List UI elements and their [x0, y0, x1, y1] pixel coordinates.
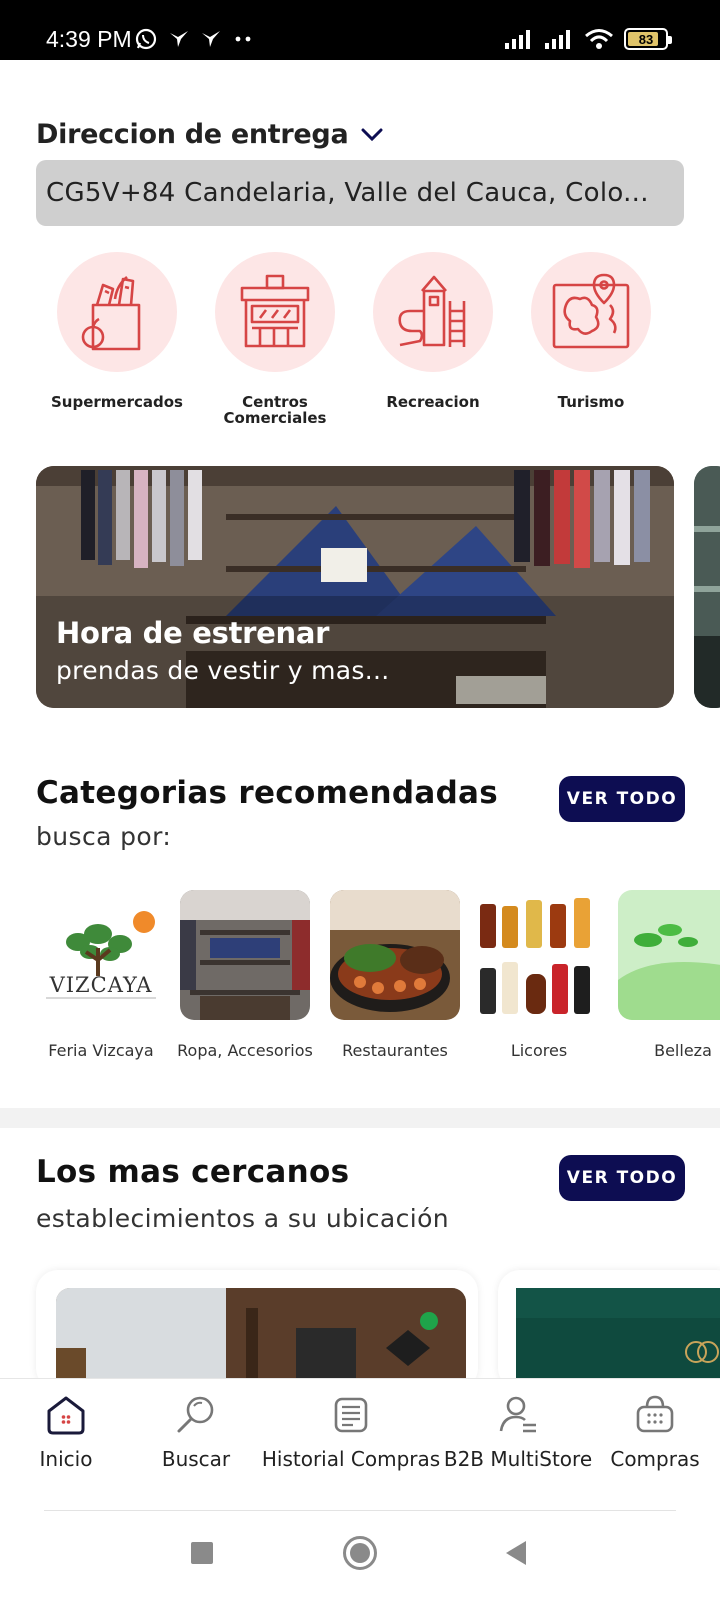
nearby-store-card[interactable] [498, 1270, 720, 1390]
banner-title: Hora de estrenar [56, 616, 330, 650]
nav-inicio[interactable]: Inicio [18, 1393, 114, 1471]
category-belleza[interactable]: Belleza [618, 890, 720, 1060]
delivery-address-value: CG5V+84 Candelaria, Valle del Cauca, Col… [46, 178, 649, 208]
promo-banner-next[interactable] [694, 466, 720, 708]
delivery-address-title: Direccion de entrega [36, 119, 349, 150]
banner-next-photo [694, 466, 720, 708]
receipt-icon [334, 1397, 368, 1433]
wifi-icon [585, 29, 613, 49]
quick-category-supermercados[interactable]: Supermercados [36, 252, 198, 410]
quick-category-label: Recreacion [386, 393, 480, 411]
quick-categories: Supermercados Centros Comerciales Recrea… [0, 252, 720, 442]
bird-icon [170, 31, 188, 47]
bird-icon [202, 31, 220, 47]
quick-category-label: Supermercados [51, 393, 183, 411]
category-image [618, 890, 720, 1020]
nav-label: B2B MultiStore [443, 1447, 593, 1471]
restaurant-food-photo [330, 890, 460, 1020]
recommended-title: Categorias recomendadas [36, 775, 499, 811]
home-button[interactable] [343, 1536, 377, 1570]
quick-category-recreacion[interactable]: Recreacion [352, 252, 514, 410]
grocery-bag-icon [81, 275, 141, 351]
system-navigation-bar [0, 1511, 720, 1600]
nav-compras[interactable]: Compras [600, 1393, 710, 1471]
quick-category-label: Turismo [557, 393, 625, 411]
battery-icon: 83 [624, 28, 672, 50]
category-image [180, 890, 310, 1020]
open-status-dot [420, 1312, 438, 1330]
user-list-icon [499, 1396, 536, 1433]
back-button[interactable] [504, 1540, 528, 1566]
quick-category-turismo[interactable]: Turismo [510, 252, 672, 410]
vizcaya-logo: VIZCAYA [46, 911, 156, 999]
category-licores[interactable]: Licores [474, 890, 604, 1060]
whatsapp-icon [135, 28, 157, 50]
map-pin-icon [552, 273, 630, 349]
nav-label: Buscar [161, 1447, 231, 1471]
quick-category-label: Centros Comerciales [223, 393, 327, 427]
category-ropa-accesorios[interactable]: Ropa, Accesorios [177, 890, 313, 1060]
home-icon [47, 1396, 85, 1435]
storefront-icon [240, 274, 310, 348]
nav-b2b-multistore[interactable]: B2B MultiStore [442, 1393, 594, 1471]
signal-icon [545, 30, 570, 49]
category-restaurantes[interactable]: Restaurantes [330, 890, 460, 1060]
nearby-subtitle: establecimientos a su ubicación [36, 1204, 450, 1233]
category-feria-vizcaya[interactable]: VIZCAYA Feria Vizcaya [36, 890, 166, 1060]
nearby-title: Los mas cercanos [36, 1154, 350, 1190]
category-label: Belleza [654, 1041, 712, 1060]
liquor-bottles-photo [480, 898, 590, 1014]
beauty-photo [618, 890, 720, 1020]
category-image: VIZCAYA [36, 890, 166, 1020]
cafe-photo [56, 1288, 466, 1390]
category-label: Ropa, Accesorios [177, 1041, 313, 1060]
signal-icon [505, 30, 530, 49]
section-divider [0, 1108, 720, 1128]
nearby-store-card[interactable] [36, 1270, 478, 1390]
bottom-navigation: Inicio Buscar Historial Compras B2B Mult… [0, 1378, 720, 1506]
basket-icon [636, 1395, 674, 1433]
vizcaya-logo-text: VIZCAYA [49, 973, 153, 997]
quick-category-centros-comerciales[interactable]: Centros Comerciales [194, 252, 356, 426]
promo-banner[interactable]: Hora de estrenar prendas de vestir y mas… [36, 466, 674, 708]
delivery-address-dropdown[interactable]: Direccion de entrega [36, 118, 384, 152]
store-photo [516, 1288, 720, 1390]
recents-button[interactable] [191, 1542, 213, 1564]
quick-category-circle [215, 252, 335, 372]
clothing-store-photo [180, 890, 310, 1020]
recommended-subtitle: busca por: [36, 822, 172, 851]
nav-historial-compras[interactable]: Historial Compras [262, 1393, 440, 1471]
nearby-see-all-button[interactable]: VER TODO [559, 1155, 685, 1201]
status-system-icons: 83 [504, 24, 672, 54]
nav-buscar[interactable]: Buscar [146, 1393, 246, 1471]
status-notification-icons [134, 26, 254, 52]
quick-category-circle [57, 252, 177, 372]
delivery-address-field[interactable]: CG5V+84 Candelaria, Valle del Cauca, Col… [36, 160, 684, 226]
recommended-see-all-button[interactable]: VER TODO [559, 776, 685, 822]
category-image [474, 890, 604, 1020]
quick-category-circle [531, 252, 651, 372]
quick-category-circle [373, 252, 493, 372]
battery-level: 83 [638, 31, 654, 47]
nav-label: Compras [610, 1447, 700, 1471]
category-image [330, 890, 460, 1020]
dots-icon [235, 36, 251, 42]
chevron-down-icon [361, 128, 383, 142]
status-bar: 4:39 PM 83 [0, 0, 720, 60]
nav-label: Historial Compras [261, 1447, 441, 1471]
status-time: 4:39 PM [46, 26, 132, 52]
playground-icon [398, 275, 466, 347]
search-icon [177, 1396, 214, 1433]
nav-label: Inicio [39, 1447, 93, 1471]
banner-subtitle: prendas de vestir y mas... [56, 656, 390, 685]
